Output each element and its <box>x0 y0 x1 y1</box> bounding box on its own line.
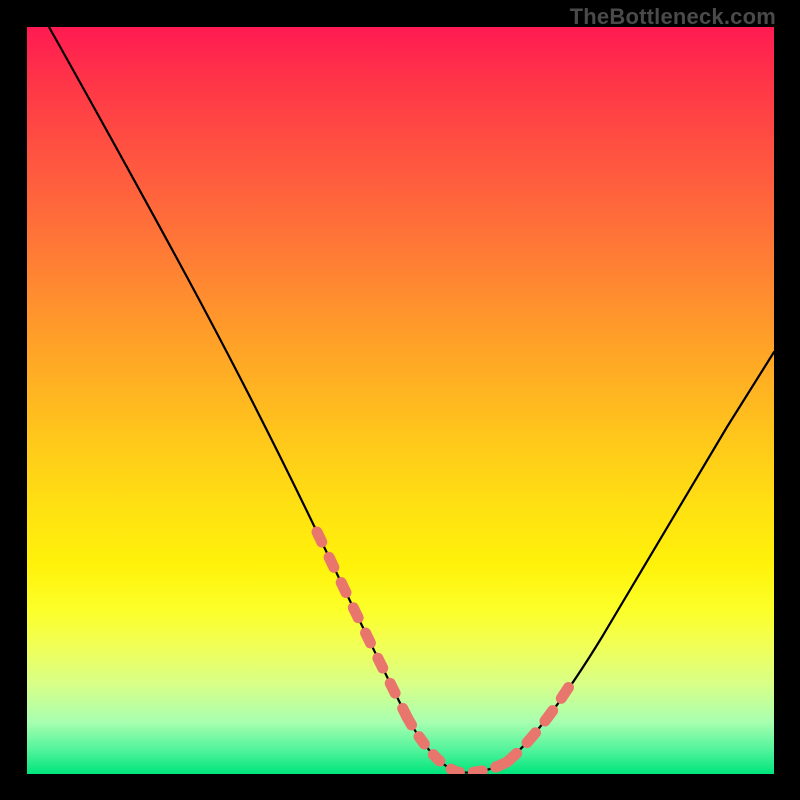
bottleneck-curve-svg <box>27 27 774 774</box>
plot-area <box>27 27 774 774</box>
chart-frame: TheBottleneck.com <box>0 0 800 800</box>
highlight-valley-dotted <box>407 717 507 773</box>
highlight-right-dashed <box>507 682 572 762</box>
attribution-label: TheBottleneck.com <box>570 4 776 30</box>
bottleneck-curve <box>49 27 774 773</box>
